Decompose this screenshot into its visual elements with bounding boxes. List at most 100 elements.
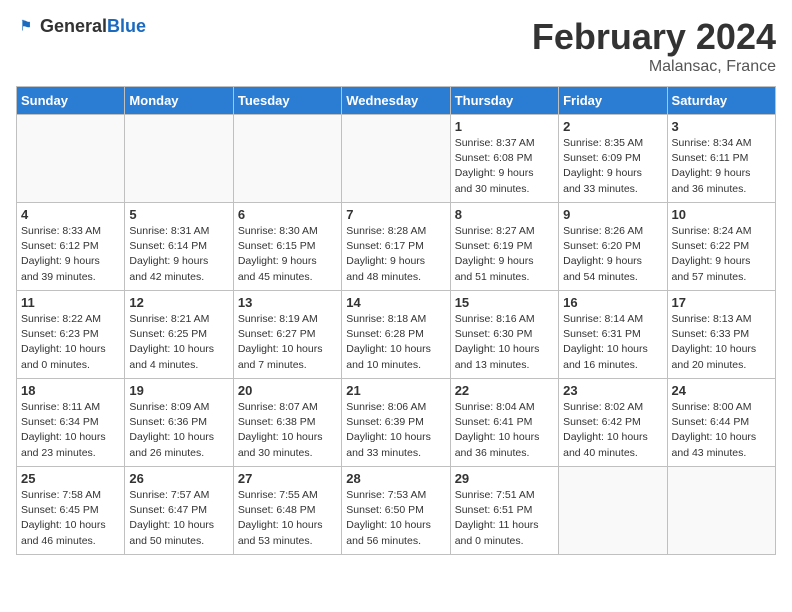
calendar-cell: 8 Sunrise: 8:27 AM Sunset: 6:19 PM Daylig… <box>450 203 558 291</box>
header-day-thursday: Thursday <box>450 87 558 115</box>
day-info: Sunrise: 8:07 AM Sunset: 6:38 PM Dayligh… <box>238 400 337 461</box>
calendar-cell: 9Sunrise: 8:26 AM Sunset: 6:20 PM Daylig… <box>559 203 667 291</box>
day-number: 27 <box>238 471 337 486</box>
day-number: 9 <box>563 207 662 222</box>
calendar-cell: 2 Sunrise: 8:35 AM Sunset: 6:09 PM Daylig… <box>559 115 667 203</box>
calendar-cell: 27 Sunrise: 7:55 AM Sunset: 6:48 PM Dayli… <box>233 467 341 555</box>
calendar-week-1: 1 Sunrise: 8:37 AM Sunset: 6:08 PM Daylig… <box>17 115 776 203</box>
day-number: 25 <box>21 471 120 486</box>
day-number: 8 <box>455 207 554 222</box>
day-number: 11 <box>21 295 120 310</box>
header-day-sunday: Sunday <box>17 87 125 115</box>
day-info: Sunrise: 8:18 AM Sunset: 6:28 PM Dayligh… <box>346 312 445 373</box>
title-area: February 2024 Malansac, France <box>532 16 776 76</box>
day-info: Sunrise: 8:33 AM Sunset: 6:12 PM Dayligh… <box>21 224 120 285</box>
day-info: Sunrise: 8:34 AM Sunset: 6:11 PM Dayligh… <box>672 136 771 197</box>
location: Malansac, France <box>532 58 776 76</box>
day-number: 16 <box>563 295 662 310</box>
day-number: 14 <box>346 295 445 310</box>
calendar-cell: 16 Sunrise: 8:14 AM Sunset: 6:31 PM Dayli… <box>559 291 667 379</box>
day-info: Sunrise: 8:35 AM Sunset: 6:09 PM Dayligh… <box>563 136 662 197</box>
day-info: Sunrise: 8:30 AM Sunset: 6:15 PM Dayligh… <box>238 224 337 285</box>
day-info: Sunrise: 8:22 AM Sunset: 6:23 PM Dayligh… <box>21 312 120 373</box>
calendar-week-4: 18Sunrise: 8:11 AM Sunset: 6:34 PM Dayli… <box>17 379 776 467</box>
day-info: Sunrise: 8:13 AM Sunset: 6:33 PM Dayligh… <box>672 312 771 373</box>
month-year: February 2024 <box>532 16 776 58</box>
calendar-cell: 23 Sunrise: 8:02 AM Sunset: 6:42 PM Dayli… <box>559 379 667 467</box>
calendar-cell: 19Sunrise: 8:09 AM Sunset: 6:36 PM Dayli… <box>125 379 233 467</box>
day-number: 28 <box>346 471 445 486</box>
day-info: Sunrise: 7:58 AM Sunset: 6:45 PM Dayligh… <box>21 488 120 549</box>
calendar-week-3: 11 Sunrise: 8:22 AM Sunset: 6:23 PM Dayli… <box>17 291 776 379</box>
calendar-table: SundayMondayTuesdayWednesdayThursdayFrid… <box>16 86 776 555</box>
calendar-cell: 4 Sunrise: 8:33 AM Sunset: 6:12 PM Daylig… <box>17 203 125 291</box>
logo-text-general: General <box>40 16 107 36</box>
calendar-cell <box>342 115 450 203</box>
header: ⚑ GeneralBlue February 2024 Malansac, Fr… <box>16 16 776 76</box>
day-info: Sunrise: 8:31 AM Sunset: 6:14 PM Dayligh… <box>129 224 228 285</box>
calendar-header-row: SundayMondayTuesdayWednesdayThursdayFrid… <box>17 87 776 115</box>
day-number: 20 <box>238 383 337 398</box>
calendar-cell: 25 Sunrise: 7:58 AM Sunset: 6:45 PM Dayli… <box>17 467 125 555</box>
day-info: Sunrise: 8:37 AM Sunset: 6:08 PM Dayligh… <box>455 136 554 197</box>
day-info: Sunrise: 8:00 AM Sunset: 6:44 PM Dayligh… <box>672 400 771 461</box>
day-number: 3 <box>672 119 771 134</box>
day-info: Sunrise: 7:51 AM Sunset: 6:51 PM Dayligh… <box>455 488 554 549</box>
calendar-week-2: 4 Sunrise: 8:33 AM Sunset: 6:12 PM Daylig… <box>17 203 776 291</box>
calendar-cell: 14 Sunrise: 8:18 AM Sunset: 6:28 PM Dayli… <box>342 291 450 379</box>
calendar-cell: 21 Sunrise: 8:06 AM Sunset: 6:39 PM Dayli… <box>342 379 450 467</box>
calendar-cell <box>559 467 667 555</box>
header-day-wednesday: Wednesday <box>342 87 450 115</box>
day-info: Sunrise: 8:14 AM Sunset: 6:31 PM Dayligh… <box>563 312 662 373</box>
day-info: Sunrise: 7:57 AM Sunset: 6:47 PM Dayligh… <box>129 488 228 549</box>
day-info: Sunrise: 8:21 AM Sunset: 6:25 PM Dayligh… <box>129 312 228 373</box>
day-number: 21 <box>346 383 445 398</box>
calendar-cell: 7Sunrise: 8:28 AM Sunset: 6:17 PM Daylig… <box>342 203 450 291</box>
calendar-cell: 28 Sunrise: 7:53 AM Sunset: 6:50 PM Dayli… <box>342 467 450 555</box>
day-info: Sunrise: 7:53 AM Sunset: 6:50 PM Dayligh… <box>346 488 445 549</box>
calendar-cell: 18Sunrise: 8:11 AM Sunset: 6:34 PM Dayli… <box>17 379 125 467</box>
calendar-body: 1 Sunrise: 8:37 AM Sunset: 6:08 PM Daylig… <box>17 115 776 555</box>
day-info: Sunrise: 8:04 AM Sunset: 6:41 PM Dayligh… <box>455 400 554 461</box>
day-info: Sunrise: 7:55 AM Sunset: 6:48 PM Dayligh… <box>238 488 337 549</box>
calendar-cell: 26 Sunrise: 7:57 AM Sunset: 6:47 PM Dayli… <box>125 467 233 555</box>
day-info: Sunrise: 8:28 AM Sunset: 6:17 PM Dayligh… <box>346 224 445 285</box>
day-info: Sunrise: 8:02 AM Sunset: 6:42 PM Dayligh… <box>563 400 662 461</box>
day-info: Sunrise: 8:06 AM Sunset: 6:39 PM Dayligh… <box>346 400 445 461</box>
header-day-saturday: Saturday <box>667 87 775 115</box>
day-number: 1 <box>455 119 554 134</box>
day-number: 23 <box>563 383 662 398</box>
calendar-cell: 11 Sunrise: 8:22 AM Sunset: 6:23 PM Dayli… <box>17 291 125 379</box>
calendar-cell: 5Sunrise: 8:31 AM Sunset: 6:14 PM Daylig… <box>125 203 233 291</box>
day-number: 26 <box>129 471 228 486</box>
calendar-cell: 17Sunrise: 8:13 AM Sunset: 6:33 PM Dayli… <box>667 291 775 379</box>
logo-icon: ⚑ <box>18 17 38 37</box>
calendar-cell: 6 Sunrise: 8:30 AM Sunset: 6:15 PM Daylig… <box>233 203 341 291</box>
calendar-cell: 3 Sunrise: 8:34 AM Sunset: 6:11 PM Daylig… <box>667 115 775 203</box>
calendar-cell <box>17 115 125 203</box>
day-number: 29 <box>455 471 554 486</box>
calendar-cell <box>125 115 233 203</box>
logo: ⚑ GeneralBlue <box>16 16 146 37</box>
calendar-cell: 1 Sunrise: 8:37 AM Sunset: 6:08 PM Daylig… <box>450 115 558 203</box>
day-number: 6 <box>238 207 337 222</box>
header-day-monday: Monday <box>125 87 233 115</box>
day-number: 10 <box>672 207 771 222</box>
day-number: 22 <box>455 383 554 398</box>
header-day-tuesday: Tuesday <box>233 87 341 115</box>
day-number: 24 <box>672 383 771 398</box>
day-info: Sunrise: 8:27 AM Sunset: 6:19 PM Dayligh… <box>455 224 554 285</box>
day-number: 4 <box>21 207 120 222</box>
day-info: Sunrise: 8:24 AM Sunset: 6:22 PM Dayligh… <box>672 224 771 285</box>
calendar-cell: 24 Sunrise: 8:00 AM Sunset: 6:44 PM Dayli… <box>667 379 775 467</box>
day-number: 12 <box>129 295 228 310</box>
svg-text:⚑: ⚑ <box>19 18 32 34</box>
day-info: Sunrise: 8:11 AM Sunset: 6:34 PM Dayligh… <box>21 400 120 461</box>
day-info: Sunrise: 8:09 AM Sunset: 6:36 PM Dayligh… <box>129 400 228 461</box>
calendar-cell <box>667 467 775 555</box>
day-number: 13 <box>238 295 337 310</box>
day-number: 15 <box>455 295 554 310</box>
calendar-cell: 29 Sunrise: 7:51 AM Sunset: 6:51 PM Dayli… <box>450 467 558 555</box>
day-number: 2 <box>563 119 662 134</box>
calendar-cell: 13Sunrise: 8:19 AM Sunset: 6:27 PM Dayli… <box>233 291 341 379</box>
